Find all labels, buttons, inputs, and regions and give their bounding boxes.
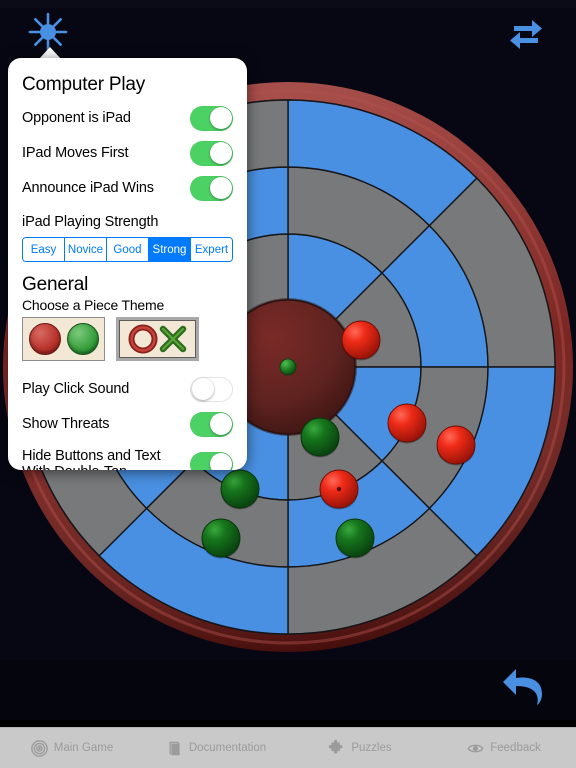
- puzzle-piece-icon: [329, 739, 343, 754]
- setting-label: Announce iPad Wins: [22, 179, 154, 196]
- status-strip: [0, 0, 576, 8]
- strength-segmented-control[interactable]: Easy Novice Good Strong Expert: [22, 237, 233, 262]
- strength-option-expert[interactable]: Expert: [191, 238, 232, 261]
- tab-puzzles[interactable]: Puzzles: [288, 739, 432, 757]
- undo-arrow-icon[interactable]: [500, 660, 550, 710]
- book-icon: [169, 741, 180, 755]
- board-piece-red[interactable]: [341, 320, 381, 361]
- settings-popover[interactable]: Computer Play Opponent is iPad IPad Move…: [8, 58, 247, 470]
- board-piece-green[interactable]: [335, 518, 375, 559]
- toggle-knob: [209, 453, 232, 470]
- toggle-knob: [209, 142, 232, 164]
- setting-row-hide-buttons[interactable]: Hide Buttons and Text With Double-Tap: [22, 446, 233, 470]
- board-piece-green[interactable]: [300, 417, 340, 458]
- tab-feedback[interactable]: Feedback: [432, 740, 576, 757]
- toggle-knob: [209, 413, 232, 435]
- setting-label: IPad Moves First: [22, 144, 129, 161]
- toggle-show-threats[interactable]: [190, 411, 233, 437]
- toggle-play-click-sound[interactable]: [190, 376, 233, 402]
- theme-option-discs[interactable]: [22, 317, 105, 361]
- toggle-ipad-moves-first[interactable]: [190, 140, 233, 166]
- piece-body: [436, 425, 476, 465]
- setting-row-play-click-sound[interactable]: Play Click Sound: [22, 376, 233, 402]
- piece-body: [341, 320, 381, 360]
- board-piece-green[interactable]: [220, 469, 260, 510]
- tab-label: Documentation: [188, 742, 267, 754]
- computer-play-title: Computer Play: [22, 74, 146, 95]
- setting-row-opponent-is-ipad[interactable]: Opponent is iPad: [22, 105, 233, 131]
- theme-option-ox[interactable]: [116, 317, 199, 361]
- ox-swatch: [128, 324, 186, 354]
- piece-body: [300, 417, 340, 457]
- setting-row-show-threats[interactable]: Show Threats: [22, 411, 233, 437]
- toggle-knob: [209, 107, 232, 129]
- setting-label: Opponent is iPad: [22, 109, 131, 126]
- tab-label: Feedback: [490, 742, 541, 754]
- piece-theme-chooser[interactable]: [22, 317, 233, 361]
- piece-theme-label: Choose a Piece Theme: [22, 297, 165, 313]
- tab-documentation[interactable]: Documentation: [144, 740, 288, 757]
- red-disc-swatch: [28, 323, 61, 355]
- board-piece-red[interactable]: [436, 425, 476, 466]
- toggle-hide-buttons[interactable]: [190, 451, 233, 470]
- app-root: Computer Play Opponent is iPad IPad Move…: [0, 0, 576, 768]
- swap-refresh-icon[interactable]: [504, 10, 548, 54]
- board-piece-green[interactable]: [201, 518, 241, 559]
- strength-option-easy[interactable]: Easy: [23, 238, 65, 261]
- toggle-opponent-is-ipad[interactable]: [190, 105, 233, 131]
- setting-row-ipad-moves-first[interactable]: IPad Moves First: [22, 140, 233, 166]
- center-dot: [279, 358, 297, 376]
- setting-label: Hide Buttons and Text With Double-Tap: [22, 447, 161, 470]
- setting-label: Play Click Sound: [22, 380, 130, 397]
- toggle-announce-ipad-wins[interactable]: [190, 175, 233, 201]
- board-piece-red[interactable]: [387, 403, 427, 444]
- tab-label: Puzzles: [351, 742, 392, 754]
- piece-body: [220, 469, 260, 509]
- strength-option-good[interactable]: Good: [107, 238, 149, 261]
- setting-label: Show Threats: [22, 415, 110, 432]
- toggle-knob: [191, 378, 214, 400]
- tab-label: Main Game: [53, 742, 114, 754]
- tab-main-game[interactable]: Main Game: [0, 739, 144, 757]
- strength-label: iPad Playing Strength: [22, 214, 159, 230]
- toggle-knob: [209, 177, 232, 199]
- piece-last-move-marker: [336, 486, 342, 492]
- setting-label-line2: With Double-Tap: [22, 464, 160, 470]
- piece-body: [387, 403, 427, 443]
- target-icon: [30, 739, 48, 757]
- board-piece-red[interactable]: [319, 469, 359, 510]
- eye-icon: [467, 744, 484, 752]
- general-title: General: [22, 274, 89, 295]
- setting-row-announce-ipad-wins[interactable]: Announce iPad Wins: [22, 175, 233, 201]
- strength-option-strong[interactable]: Strong: [149, 238, 191, 261]
- piece-body: [201, 518, 241, 558]
- strength-option-novice[interactable]: Novice: [65, 238, 107, 261]
- piece-body: [335, 518, 375, 558]
- tab-bar[interactable]: Main Game Documentation Puzzles Feedback: [0, 727, 576, 768]
- green-disc-swatch: [66, 323, 99, 355]
- setting-label-line1: Hide Buttons and Text: [22, 447, 161, 464]
